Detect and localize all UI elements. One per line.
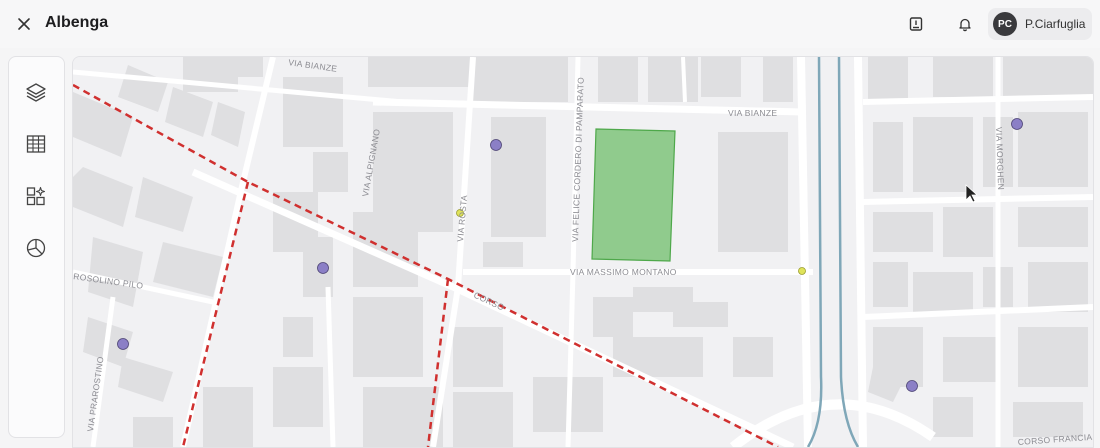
user-name: P.Ciarfuglia [1025,17,1086,31]
table-button[interactable] [23,131,49,157]
avatar: PC [993,12,1017,36]
page-title: Albenga [45,14,109,31]
report-icon [909,17,923,31]
stop-marker[interactable] [798,267,806,275]
user-menu[interactable]: PC P.Ciarfuglia [988,8,1092,40]
top-bar: Albenga PC P.Ciarfuglia [0,0,1100,48]
report-button[interactable] [906,14,926,34]
poi-marker[interactable] [490,139,502,151]
poi-marker[interactable] [906,380,918,392]
pie-chart-icon [26,238,46,258]
bell-icon [959,18,971,32]
close-icon [18,18,30,30]
widgets-icon [26,186,46,206]
street-label-via-massimo: VIA MASSIMO MONTANO [570,267,677,277]
close-button[interactable] [14,14,34,34]
widgets-button[interactable] [23,183,49,209]
notifications-button[interactable] [955,14,975,34]
street-label-via-bianze: VIA BIANZE [728,108,777,118]
layers-icon [26,83,46,102]
analytics-button[interactable] [23,235,49,261]
layers-button[interactable] [23,79,49,105]
poi-marker[interactable] [1011,118,1023,130]
side-toolbar [8,56,65,438]
map-canvas[interactable]: VIA BIANZE VIA BIANZE VIA FELICE CORDERO… [72,56,1094,448]
poi-marker[interactable] [117,338,129,350]
table-icon [26,135,46,153]
poi-marker[interactable] [317,262,329,274]
selected-parcel[interactable] [591,128,676,262]
